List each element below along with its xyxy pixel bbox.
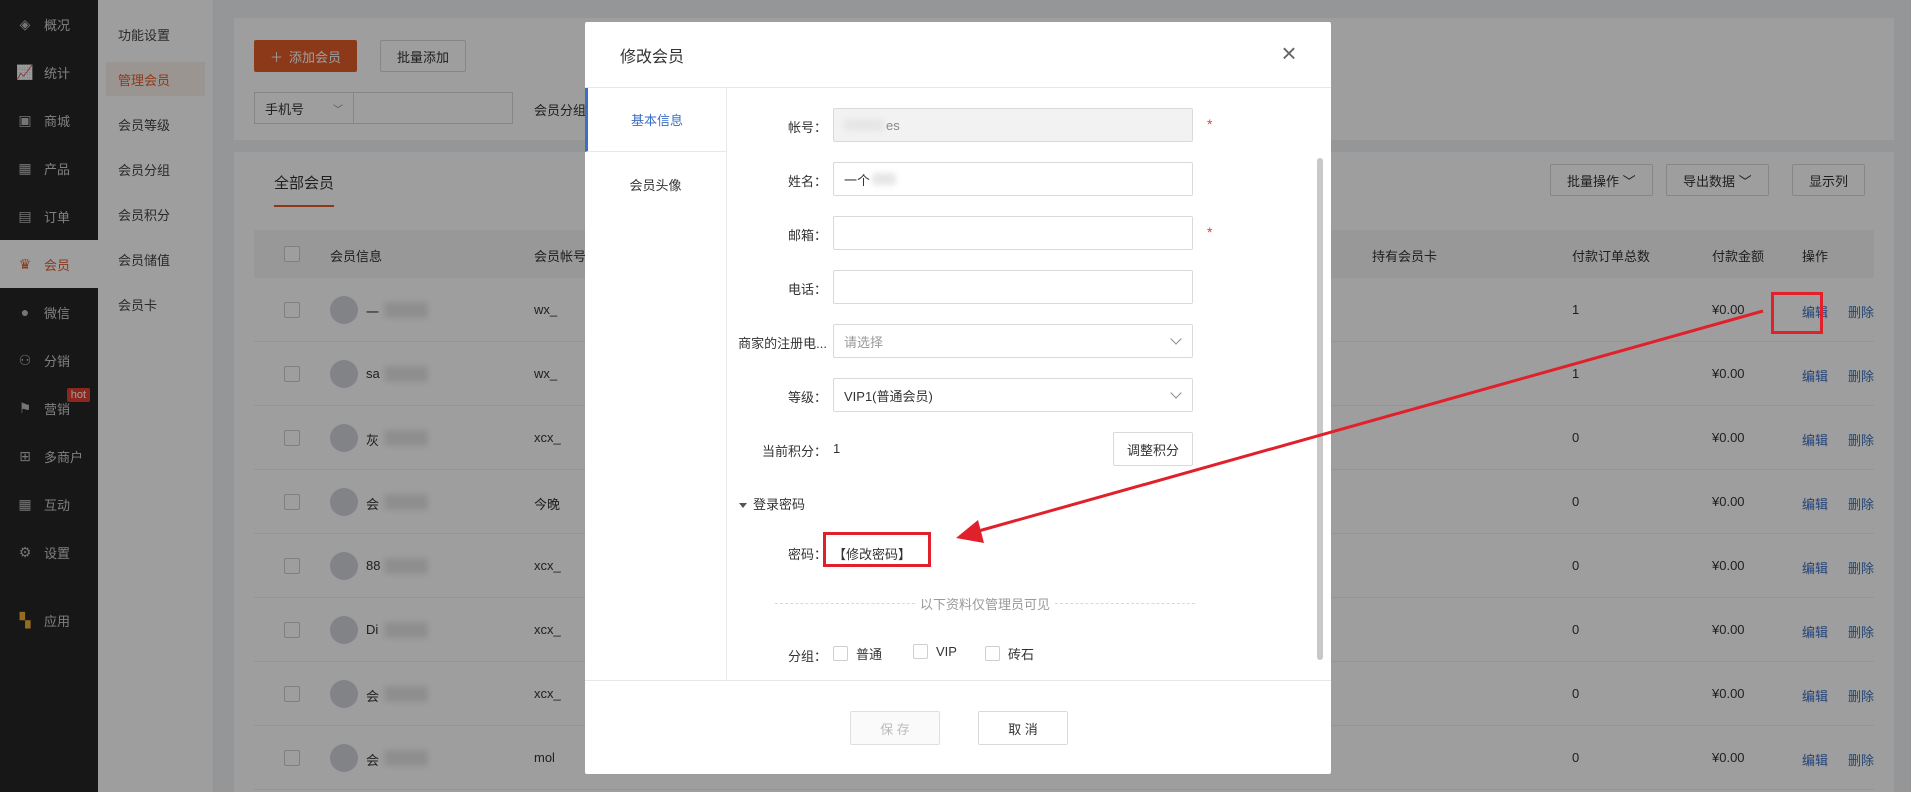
tab-basic-info[interactable]: 基本信息	[585, 88, 726, 152]
change-password-highlight-box	[823, 532, 931, 567]
chevron-down-icon	[1170, 387, 1182, 399]
account-label: 帐号：	[787, 120, 827, 135]
group-option-normal[interactable]: 普通	[833, 644, 882, 663]
points-label: 当前积分：	[761, 444, 827, 459]
required-mark: *	[1207, 224, 1213, 240]
merchant-phone-label: 商家的注册电...	[738, 336, 827, 351]
group-label: 分组：	[787, 649, 827, 664]
checkbox	[913, 644, 928, 659]
edit-member-modal: 修改会员 × 基本信息 会员头像 帐号： es * 姓名： 一个 邮箱： * 电…	[585, 22, 1331, 774]
blurred-text	[872, 173, 897, 185]
phone-label: 电话：	[787, 282, 827, 297]
level-select[interactable]: VIP1(普通会员)	[833, 378, 1193, 412]
modal-form: 帐号： es * 姓名： 一个 邮箱： * 电话： 商家的注册电... 请选择 …	[727, 88, 1331, 680]
required-mark: *	[1207, 116, 1213, 132]
modal-footer: 保 存 取 消	[585, 680, 1331, 774]
level-label: 等级：	[787, 390, 827, 405]
cancel-button[interactable]: 取 消	[978, 711, 1068, 745]
modal-tabs: 基本信息 会员头像	[585, 88, 727, 680]
group-option-diamond[interactable]: 砖石	[985, 644, 1034, 663]
adjust-points-button[interactable]: 调整积分	[1113, 432, 1193, 466]
email-field[interactable]	[833, 216, 1193, 250]
points-value: 1	[833, 441, 841, 456]
merchant-select[interactable]: 请选择	[833, 324, 1193, 358]
name-label: 姓名：	[787, 174, 827, 189]
edit-highlight-box	[1771, 292, 1823, 334]
modal-header: 修改会员 ×	[585, 22, 1331, 88]
blurred-text	[844, 119, 884, 131]
login-password-section[interactable]: 登录密码	[739, 494, 805, 513]
account-field: es	[833, 108, 1193, 142]
admin-only-divider: 以下资料仅管理员可见	[775, 594, 1195, 614]
close-icon[interactable]: ×	[1277, 40, 1301, 66]
group-option-vip[interactable]: VIP	[913, 644, 957, 659]
checkbox	[833, 646, 848, 661]
name-field[interactable]: 一个	[833, 162, 1193, 196]
phone-field[interactable]	[833, 270, 1193, 304]
chevron-down-icon	[1170, 333, 1182, 345]
tab-member-avatar[interactable]: 会员头像	[585, 152, 726, 216]
email-label: 邮箱：	[787, 228, 827, 243]
checkbox	[985, 646, 1000, 661]
caret-down-icon	[739, 503, 747, 509]
password-label: 密码：	[787, 547, 827, 562]
modal-title: 修改会员	[620, 48, 685, 66]
form-scrollbar[interactable]	[1317, 158, 1323, 660]
save-button[interactable]: 保 存	[850, 711, 940, 745]
